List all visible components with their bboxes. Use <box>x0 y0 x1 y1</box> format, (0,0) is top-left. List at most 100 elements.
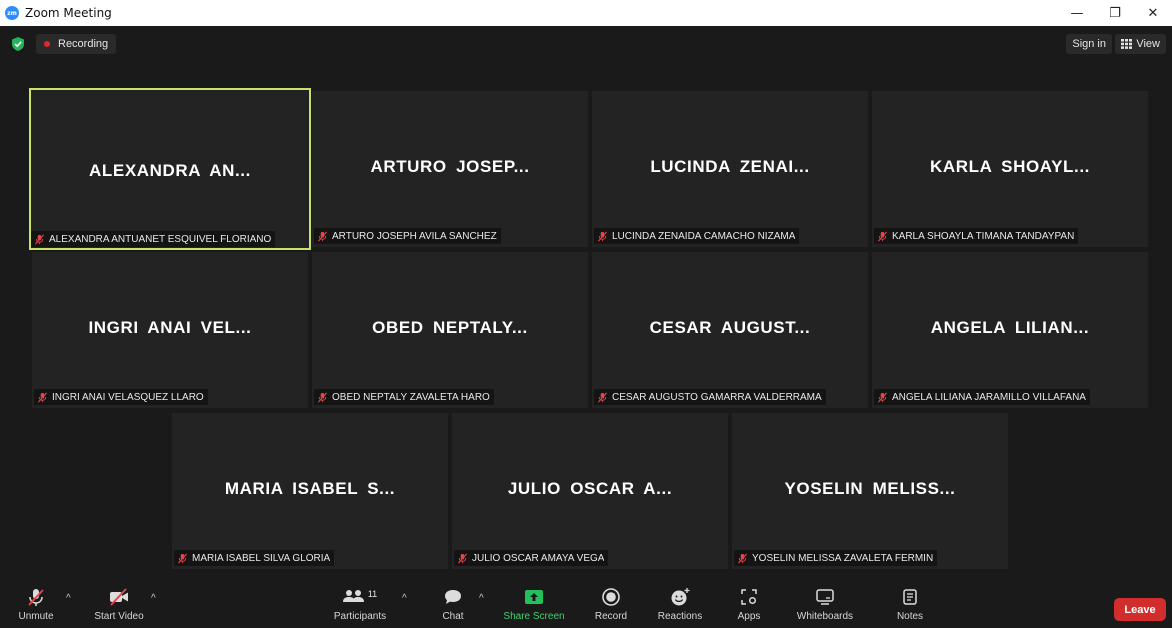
start-video-label: Start Video <box>94 611 144 622</box>
zoom-meeting-window: zm Zoom Meeting — ❐ ✕ Recording Sign in … <box>0 0 1172 628</box>
participant-name-label: ALEXANDRA ANTUANET ESQUIVEL FLORIANO <box>31 231 276 247</box>
video-tile[interactable]: ARTURO JOSEP... ARTURO JOSEPH AVILA SANC… <box>312 91 588 247</box>
participant-name-label: LUCINDA ZENAIDA CAMACHO NIZAMA <box>594 228 800 244</box>
participants-icon-wrap: 11 <box>342 583 378 611</box>
participant-full-name: INGRI ANAI VELASQUEZ LLARO <box>52 391 204 403</box>
recording-label: Recording <box>58 38 109 50</box>
participants-button[interactable]: 11 Participants <box>330 583 390 628</box>
participant-full-name: OBED NEPTALY ZAVALETA HARO <box>332 391 490 403</box>
participant-display-name: MARIA ISABEL S... <box>224 479 396 498</box>
reactions-button[interactable]: Reactions <box>656 583 704 628</box>
muted-microphone-icon <box>317 392 328 402</box>
apps-icon <box>740 583 758 611</box>
unmute-label: Unmute <box>18 611 54 622</box>
video-tile[interactable]: ANGELA LILIAN... ANGELA LILIANA JARAMILL… <box>872 252 1148 408</box>
view-label: View <box>1136 38 1160 50</box>
participants-count: 11 <box>367 589 378 599</box>
apps-button[interactable]: Apps <box>732 583 766 628</box>
participant-full-name: CESAR AUGUSTO GAMARRA VALDERRAMA <box>612 391 822 403</box>
window-titlebar: zm Zoom Meeting — ❐ ✕ <box>0 0 1172 26</box>
participant-name-label: KARLA SHOAYLA TIMANA TANDAYPAN <box>874 228 1079 244</box>
notes-label: Notes <box>896 611 924 622</box>
chat-label: Chat <box>442 611 464 622</box>
chat-options-caret[interactable]: ^ <box>479 593 484 604</box>
share-screen-arrow-icon <box>524 583 544 611</box>
meeting-toolbar: Unmute ^ Start Video ^ 11 Participants ^… <box>0 583 1172 628</box>
record-label: Record <box>594 611 628 622</box>
start-video-button[interactable]: Start Video <box>92 583 146 628</box>
participant-full-name: YOSELIN MELISSA ZAVALETA FERMIN <box>752 552 934 564</box>
shield-check-icon[interactable] <box>12 37 24 51</box>
participant-full-name: JULIO OSCAR AMAYA VEGA <box>472 552 605 564</box>
video-tile[interactable]: JULIO OSCAR A... JULIO OSCAR AMAYA VEGA <box>452 413 728 569</box>
participant-name-label: MARIA ISABEL SILVA GLORIA <box>174 550 335 566</box>
whiteboards-button[interactable]: Whiteboards <box>792 583 858 628</box>
participant-display-name: ANGELA LILIAN... <box>930 318 1090 337</box>
muted-microphone-icon <box>737 553 748 563</box>
muted-microphone-icon <box>317 231 328 241</box>
participant-name-label: YOSELIN MELISSA ZAVALETA FERMIN <box>734 550 938 566</box>
muted-microphone-icon <box>26 583 46 611</box>
muted-microphone-icon <box>597 392 608 402</box>
view-button[interactable]: View <box>1115 34 1166 54</box>
video-tile-active-speaker[interactable]: ALEXANDRA AN... ALEXANDRA ANTUANET ESQUI… <box>29 88 311 250</box>
meeting-topbar: Recording Sign in View <box>0 26 1172 62</box>
chat-button[interactable]: Chat <box>438 583 468 628</box>
recording-dot-icon <box>44 41 50 47</box>
notes-icon <box>902 583 918 611</box>
apps-label: Apps <box>737 611 761 622</box>
unmute-button[interactable]: Unmute <box>18 583 54 628</box>
participants-options-caret[interactable]: ^ <box>402 593 407 604</box>
participant-display-name: CESAR AUGUST... <box>649 318 811 337</box>
participant-display-name: INGRI ANAI VEL... <box>88 318 252 337</box>
whiteboards-label: Whiteboards <box>796 611 854 622</box>
whiteboard-icon <box>815 583 835 611</box>
video-tile[interactable]: LUCINDA ZENAI... LUCINDA ZENAIDA CAMACHO… <box>592 91 868 247</box>
participant-full-name: KARLA SHOAYLA TIMANA TANDAYPAN <box>892 230 1075 242</box>
participant-name-label: INGRI ANAI VELASQUEZ LLARO <box>34 389 208 405</box>
participant-display-name: YOSELIN MELISS... <box>784 479 956 498</box>
participant-name-label: CESAR AUGUSTO GAMARRA VALDERRAMA <box>594 389 826 405</box>
participant-display-name: KARLA SHOAYL... <box>929 157 1091 176</box>
video-tile[interactable]: MARIA ISABEL S... MARIA ISABEL SILVA GLO… <box>172 413 448 569</box>
video-tile[interactable]: CESAR AUGUST... CESAR AUGUSTO GAMARRA VA… <box>592 252 868 408</box>
video-tile[interactable]: INGRI ANAI VEL... INGRI ANAI VELASQUEZ L… <box>32 252 308 408</box>
participant-full-name: ANGELA LILIANA JARAMILLO VILLAFANA <box>892 391 1086 403</box>
muted-microphone-icon <box>877 392 888 402</box>
recording-indicator[interactable]: Recording <box>36 34 117 54</box>
record-button[interactable]: Record <box>592 583 630 628</box>
leave-button[interactable]: Leave <box>1114 598 1166 621</box>
chat-bubble-icon <box>443 583 463 611</box>
share-screen-button[interactable]: Share Screen <box>502 583 566 628</box>
participant-name-label: ARTURO JOSEPH AVILA SANCHEZ <box>314 228 501 244</box>
reactions-smiley-icon <box>669 583 691 611</box>
muted-microphone-icon <box>877 231 888 241</box>
muted-microphone-icon <box>597 231 608 241</box>
zoom-logo-icon: zm <box>5 6 19 20</box>
notes-button[interactable]: Notes <box>890 583 930 628</box>
participant-display-name: JULIO OSCAR A... <box>507 479 673 498</box>
participant-name-label: OBED NEPTALY ZAVALETA HARO <box>314 389 494 405</box>
record-icon <box>601 583 621 611</box>
video-tile[interactable]: YOSELIN MELISS... YOSELIN MELISSA ZAVALE… <box>732 413 1008 569</box>
participant-name-label: JULIO OSCAR AMAYA VEGA <box>454 550 609 566</box>
share-screen-label: Share Screen <box>503 611 565 622</box>
participant-display-name: ALEXANDRA AN... <box>89 161 251 180</box>
muted-microphone-icon <box>177 553 188 563</box>
audio-options-caret[interactable]: ^ <box>66 593 71 604</box>
participant-full-name: MARIA ISABEL SILVA GLORIA <box>192 552 331 564</box>
video-off-icon <box>108 583 130 611</box>
participant-full-name: LUCINDA ZENAIDA CAMACHO NIZAMA <box>612 230 796 242</box>
minimize-button[interactable]: — <box>1058 0 1096 26</box>
sign-in-button[interactable]: Sign in <box>1066 34 1112 54</box>
participant-display-name: OBED NEPTALY... <box>372 318 528 337</box>
muted-microphone-icon <box>34 234 45 244</box>
reactions-label: Reactions <box>657 611 703 622</box>
muted-microphone-icon <box>457 553 468 563</box>
video-tile[interactable]: OBED NEPTALY... OBED NEPTALY ZAVALETA HA… <box>312 252 588 408</box>
video-options-caret[interactable]: ^ <box>151 593 156 604</box>
close-button[interactable]: ✕ <box>1134 0 1172 26</box>
restore-button[interactable]: ❐ <box>1096 0 1134 26</box>
video-tile[interactable]: KARLA SHOAYL... KARLA SHOAYLA TIMANA TAN… <box>872 91 1148 247</box>
muted-microphone-icon <box>37 392 48 402</box>
